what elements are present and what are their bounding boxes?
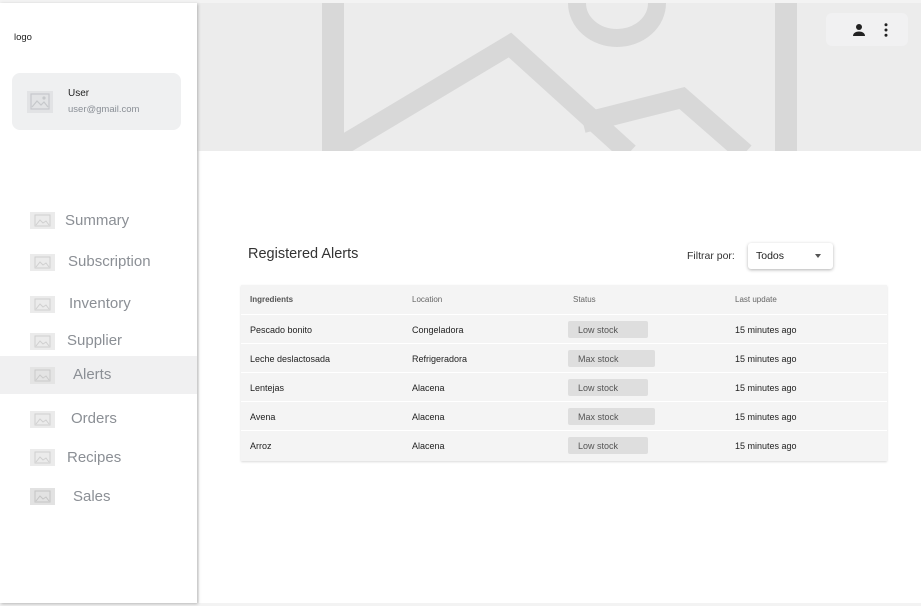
sidebar-item-recipes[interactable]: Recipes — [0, 439, 197, 477]
sidebar-item-label: Alerts — [73, 366, 112, 383]
cell-last-update: 15 minutes ago — [735, 354, 797, 364]
cell-location: Alacena — [412, 412, 445, 422]
sidebar-item-orders[interactable]: Orders — [0, 400, 197, 438]
sidebar-item-subscription[interactable]: Subscription — [0, 243, 197, 281]
header-actions — [826, 13, 908, 46]
image-placeholder-icon — [30, 254, 55, 271]
sidebar-item-sales[interactable]: Sales — [0, 478, 197, 516]
sidebar-item-label: Recipes — [67, 449, 122, 466]
filter-select[interactable]: Todos — [748, 243, 833, 269]
cell-ingredient: Arroz — [250, 441, 272, 451]
more-options-button[interactable] — [877, 21, 895, 39]
status-badge: Low stock — [568, 437, 648, 454]
column-header-status[interactable]: Status — [573, 295, 596, 304]
sidebar-item-label: Supplier — [67, 332, 123, 349]
sidebar: logo User user@gmail.com Summary Subscri… — [0, 3, 197, 603]
column-header-last-update[interactable]: Last update — [735, 295, 777, 304]
image-placeholder-icon — [30, 212, 55, 229]
sidebar-item-label: Sales — [73, 488, 111, 505]
sidebar-item-summary[interactable]: Summary — [0, 202, 197, 240]
image-placeholder-icon — [30, 449, 55, 466]
image-placeholder-icon — [30, 488, 55, 505]
user-name: User — [68, 88, 90, 99]
sidebar-item-inventory[interactable]: Inventory — [0, 285, 197, 323]
status-badge: Low stock — [568, 379, 648, 396]
cell-last-update: 15 minutes ago — [735, 441, 797, 451]
user-email: user@gmail.com — [68, 104, 140, 115]
column-header-location[interactable]: Location — [412, 295, 442, 304]
image-placeholder-icon — [30, 367, 55, 384]
cell-last-update: 15 minutes ago — [735, 383, 797, 393]
image-placeholder-icon — [30, 296, 55, 313]
chevron-down-icon — [815, 254, 821, 258]
sidebar-item-alerts[interactable]: Alerts — [0, 356, 197, 394]
app-root: Registered Alerts Filtrar por: Todos Ing… — [0, 0, 921, 606]
cell-last-update: 15 minutes ago — [735, 325, 797, 335]
cell-location: Alacena — [412, 383, 445, 393]
cell-last-update: 15 minutes ago — [735, 412, 797, 422]
table-row[interactable]: Lentejas Alacena Low stock 15 minutes ag… — [241, 372, 887, 401]
status-badge: Max stock — [568, 350, 655, 367]
table-header: Ingredients Location Status Last update — [241, 285, 887, 314]
avatar-placeholder-icon — [27, 91, 53, 113]
table-row[interactable]: Leche deslactosada Refrigeradora Max sto… — [241, 343, 887, 372]
filter-value: Todos — [756, 250, 785, 262]
table-row[interactable]: Arroz Alacena Low stock 15 minutes ago — [241, 430, 887, 459]
status-badge: Low stock — [568, 321, 648, 338]
page-title: Registered Alerts — [248, 246, 359, 262]
more-vert-icon — [884, 23, 888, 37]
cell-ingredient: Leche deslactosada — [250, 354, 331, 364]
image-placeholder-icon — [30, 411, 55, 428]
cell-ingredient: Pescado bonito — [250, 325, 313, 335]
filter-label: Filtrar por: — [687, 250, 735, 262]
header-banner — [197, 3, 921, 151]
logo[interactable]: logo — [14, 32, 32, 43]
column-header-ingredients[interactable]: Ingredients — [250, 295, 293, 304]
account-button[interactable] — [850, 21, 868, 39]
cell-ingredient: Avena — [250, 412, 276, 422]
alerts-table: Ingredients Location Status Last update … — [241, 285, 887, 461]
cell-ingredient: Lentejas — [250, 383, 285, 393]
table-row[interactable]: Pescado bonito Congeladora Low stock 15 … — [241, 314, 887, 343]
sidebar-item-label: Inventory — [69, 295, 131, 312]
sidebar-item-supplier[interactable]: Supplier — [0, 322, 197, 360]
sidebar-item-label: Summary — [65, 212, 130, 229]
sidebar-item-label: Orders — [71, 410, 117, 427]
cell-location: Alacena — [412, 441, 445, 451]
table-row[interactable]: Avena Alacena Max stock 15 minutes ago — [241, 401, 887, 430]
sidebar-item-label: Subscription — [68, 253, 151, 270]
cell-location: Congeladora — [412, 325, 464, 335]
status-badge: Max stock — [568, 408, 655, 425]
user-card[interactable]: User user@gmail.com — [12, 73, 181, 130]
person-icon — [853, 24, 865, 36]
cell-location: Refrigeradora — [412, 354, 468, 364]
image-placeholder-icon — [30, 333, 55, 350]
banner-image-placeholder-icon — [322, 3, 797, 151]
